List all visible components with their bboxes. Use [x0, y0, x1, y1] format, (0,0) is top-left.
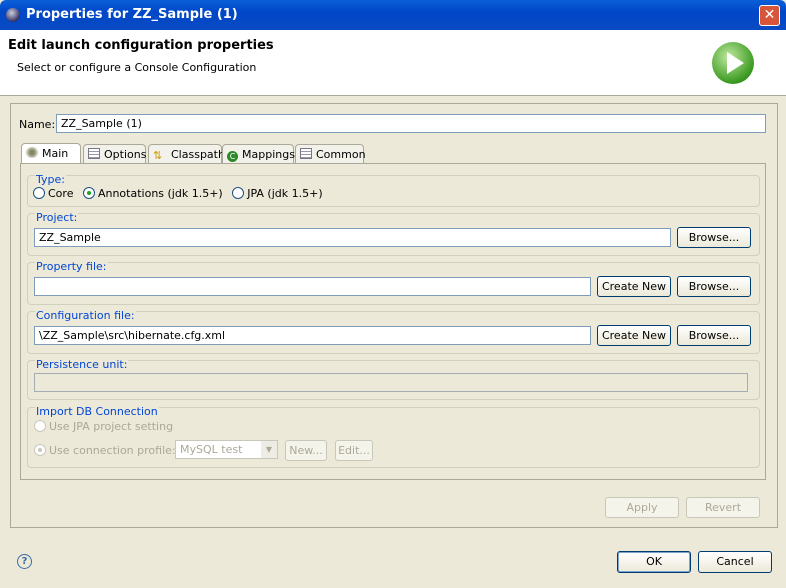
run-icon: [712, 42, 754, 84]
new-profile-button[interactable]: New...: [285, 440, 327, 461]
help-icon[interactable]: ?: [17, 554, 32, 569]
project-group: Project: ZZ_Sample Browse...: [27, 211, 760, 256]
project-browse-button[interactable]: Browse...: [677, 227, 751, 248]
property-create-button[interactable]: Create New: [597, 276, 671, 297]
import-db-group: Import DB Connection Use JPA project set…: [27, 405, 760, 468]
chevron-down-icon: ▼: [261, 441, 277, 458]
title-bar: Properties for ZZ_Sample (1) ✕: [0, 0, 786, 30]
cancel-button[interactable]: Cancel: [698, 551, 772, 573]
tab-label: Classpath: [171, 148, 225, 161]
persistence-group: Persistence unit:: [27, 358, 760, 400]
property-file-input[interactable]: [34, 277, 591, 296]
close-button[interactable]: ✕: [759, 5, 780, 26]
mappings-icon: C: [227, 151, 238, 162]
header-title: Edit launch configuration properties: [8, 38, 274, 53]
group-label: Configuration file:: [35, 309, 136, 322]
table-icon: [88, 148, 100, 159]
tab-main[interactable]: Main: [21, 143, 81, 163]
radio-jpa[interactable]: JPA (jdk 1.5+): [232, 187, 323, 200]
config-create-button[interactable]: Create New: [597, 325, 671, 346]
config-file-input[interactable]: \ZZ_Sample\src\hibernate.cfg.xml: [34, 326, 591, 345]
eclipse-icon: [6, 8, 20, 22]
name-label: Name:: [19, 118, 56, 131]
classpath-icon: ⇅: [153, 149, 163, 162]
dialog-header: Edit launch configuration properties Sel…: [0, 30, 786, 96]
tab-label: Common: [316, 148, 366, 161]
edit-profile-button[interactable]: Edit...: [335, 440, 373, 461]
tab-label: Options: [104, 148, 147, 161]
property-file-group: Property file: Create New Browse...: [27, 260, 760, 305]
tab-label: Main: [42, 147, 69, 160]
main-icon: [26, 147, 38, 158]
revert-button[interactable]: Revert: [686, 497, 760, 518]
tab-mappings[interactable]: C Mappings: [222, 144, 295, 164]
config-file-group: Configuration file: \ZZ_Sample\src\hiber…: [27, 309, 760, 354]
group-label: Type:: [35, 173, 66, 186]
property-browse-button[interactable]: Browse...: [677, 276, 751, 297]
name-input[interactable]: ZZ_Sample (1): [56, 114, 766, 133]
apply-button[interactable]: Apply: [605, 497, 679, 518]
ok-button[interactable]: OK: [617, 551, 691, 573]
project-input[interactable]: ZZ_Sample: [34, 228, 671, 247]
group-label: Persistence unit:: [35, 358, 129, 371]
header-subtitle: Select or configure a Console Configurat…: [17, 61, 257, 74]
config-browse-button[interactable]: Browse...: [677, 325, 751, 346]
tab-label: Mappings: [242, 148, 295, 161]
table-icon: [300, 148, 312, 159]
tab-common[interactable]: Common: [295, 144, 366, 164]
radio-use-profile[interactable]: Use connection profile:: [34, 444, 176, 457]
group-label: Property file:: [35, 260, 108, 273]
tab-classpath[interactable]: ⇅ Classpath: [148, 144, 225, 164]
type-group: Type: Core Annotations (jdk 1.5+) JPA (j…: [27, 173, 760, 207]
radio-use-jpa[interactable]: Use JPA project setting: [34, 420, 173, 433]
profile-select[interactable]: MySQL test ▼: [175, 440, 278, 459]
group-label: Project:: [35, 211, 79, 224]
radio-core[interactable]: Core: [33, 187, 73, 200]
group-label: Import DB Connection: [35, 405, 159, 418]
radio-annotations[interactable]: Annotations (jdk 1.5+): [82, 187, 223, 200]
persistence-input[interactable]: [34, 373, 748, 392]
tab-options[interactable]: Options: [83, 144, 146, 164]
window-title: Properties for ZZ_Sample (1): [26, 7, 238, 22]
